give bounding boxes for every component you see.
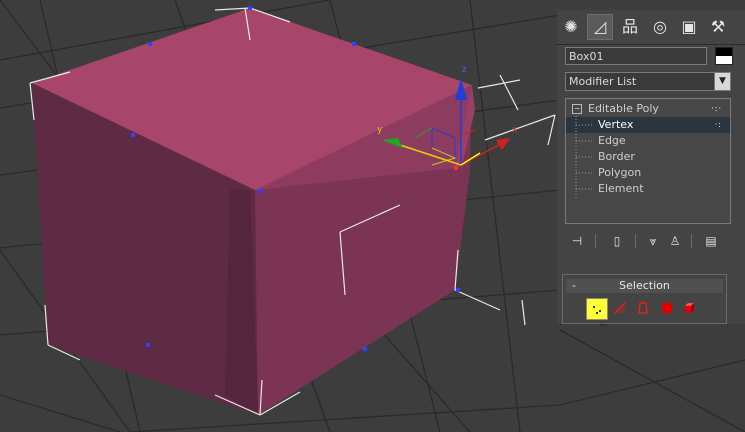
edge-subobject-button[interactable]	[610, 298, 630, 318]
sun-gear-icon: ✺	[564, 17, 578, 36]
element-subobject-button[interactable]	[680, 298, 700, 318]
chevron-down-icon[interactable]: ▼	[714, 73, 730, 90]
hierarchy-icon: 品	[621, 17, 638, 36]
gizmo-x-arrow	[496, 138, 510, 150]
toolbar-divider	[595, 234, 596, 248]
gizmo-z-label: z	[462, 65, 467, 75]
motion-circle-icon: ◎	[653, 17, 667, 36]
edge-icon	[614, 302, 626, 314]
modifier-stack: − Editable Poly ·:· Vertex ·: Edge Borde…	[565, 98, 731, 224]
utilities-tab[interactable]: ⚒	[705, 14, 731, 40]
gizmo-x-label: x	[512, 125, 518, 135]
modifier-list-dropdown[interactable]: Modifier List ▼	[565, 72, 731, 91]
toolbar-divider	[691, 234, 692, 248]
vertex-icon	[593, 306, 601, 314]
stack-item-dots-icon: ·:·	[711, 104, 722, 113]
show-end-result-icon[interactable]: ▯	[607, 232, 627, 250]
modify-tab[interactable]: ◿	[587, 14, 613, 40]
selection-rollout: - Selection	[562, 274, 727, 324]
make-unique-icon[interactable]: ⩔	[643, 232, 663, 250]
motion-tab[interactable]: ◎	[647, 14, 673, 40]
hierarchy-tab[interactable]: 品	[617, 14, 643, 40]
element-icon	[685, 303, 694, 313]
object-color-swatch[interactable]	[715, 47, 733, 65]
editable-poly-object[interactable]	[32, 8, 475, 415]
rollout-title: Selection	[619, 279, 670, 292]
polygon-icon	[662, 303, 672, 313]
command-panel-tabs: ✺ ◿ 品 ◎ ▣ ⚒	[557, 10, 745, 45]
hammer-icon: ⚒	[710, 17, 726, 36]
stack-tree-lines	[575, 113, 594, 199]
display-monitor-icon: ▣	[681, 17, 697, 36]
vertex-subobject-button[interactable]	[586, 298, 608, 320]
pin-stack-icon[interactable]: ⊣	[567, 232, 587, 250]
stack-item-dots-icon: ·:	[714, 120, 722, 129]
polygon-subobject-button[interactable]	[657, 298, 677, 318]
create-tab[interactable]: ✺	[558, 14, 584, 40]
object-name-field[interactable]	[565, 47, 707, 65]
toolbar-divider	[635, 234, 636, 248]
stack-toolbar: ⊣ ▯ ⩔ ♙ ▤	[565, 232, 737, 252]
selection-rollout-header[interactable]: - Selection	[566, 279, 723, 293]
object-name-row	[565, 47, 737, 67]
border-subobject-button[interactable]	[633, 298, 653, 318]
display-tab[interactable]: ▣	[676, 14, 702, 40]
border-icon	[638, 302, 648, 314]
gizmo-y-label: y	[377, 125, 383, 135]
modifier-list-label: Modifier List	[569, 75, 637, 88]
configure-modifier-sets-icon[interactable]: ▤	[701, 232, 721, 250]
remove-modifier-icon[interactable]: ♙	[665, 232, 685, 250]
modify-bend-icon: ◿	[593, 17, 607, 36]
